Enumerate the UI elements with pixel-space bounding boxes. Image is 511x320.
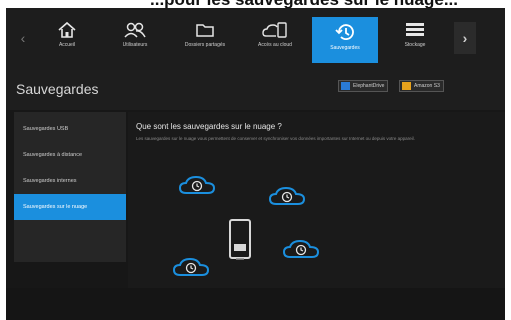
storage-icon — [406, 23, 424, 36]
content-title: Que sont les sauvegardes sur le nuage ? — [136, 122, 282, 131]
nav-item-utilisateurs[interactable]: Utilisateurs — [102, 16, 168, 66]
top-caption-strip: ...pour les sauvegardes sur le nuage... — [0, 0, 511, 8]
nas-device-icon — [229, 219, 251, 260]
cloud-backup-icon — [268, 186, 306, 205]
provider-elephantdrive-button[interactable]: ElephantDrive — [338, 80, 389, 92]
nav-label: Sauvegardes — [330, 45, 360, 51]
backup-icon — [335, 24, 354, 40]
top-navigation: ‹ Accueil Utilisateurs Dossiers partagés — [6, 8, 505, 70]
content-description: Les sauvegardes sur le nuage vous permet… — [136, 136, 415, 141]
app-window: ‹ Accueil Utilisateurs Dossiers partagés — [6, 8, 505, 320]
cloud-backup-icon — [172, 257, 210, 276]
elephantdrive-icon — [341, 82, 350, 90]
page-title: Sauvegardes — [16, 81, 99, 97]
nav-label: Accueil — [58, 42, 76, 48]
nav-item-accueil[interactable]: Accueil — [34, 16, 100, 66]
sidebar-item-distance[interactable]: Sauvegardes à distance — [14, 142, 126, 168]
page-header: Sauvegardes ElephantDrive Amazon S3 — [6, 70, 505, 110]
nav-item-sauvegardes[interactable]: Sauvegardes — [312, 17, 378, 63]
sidebar: Sauvegardes USB Sauvegardes à distance S… — [14, 112, 126, 262]
nav-label: Dossiers partagés — [184, 42, 226, 48]
amazon-s3-icon — [402, 82, 411, 90]
cloud-access-icon — [262, 22, 287, 38]
folder-icon — [196, 24, 214, 37]
top-caption-text: ...pour les sauvegardes sur le nuage... — [150, 0, 458, 8]
users-icon — [124, 22, 146, 38]
nav-prev-arrow-icon[interactable]: ‹ — [16, 30, 30, 46]
sidebar-item-nuage[interactable]: Sauvegardes sur le nuage — [14, 194, 126, 220]
nav-label: Accès au cloud — [258, 42, 292, 48]
home-icon — [58, 21, 76, 38]
nav-label: Utilisateurs — [122, 42, 148, 48]
nav-item-stockage[interactable]: Stockage — [382, 16, 448, 66]
nav-next-arrow-icon[interactable]: › — [454, 22, 476, 54]
nav-item-acces-cloud[interactable]: Accès au cloud — [242, 16, 308, 66]
provider-label: ElephantDrive — [353, 83, 385, 89]
nav-label: Stockage — [404, 42, 426, 48]
bottom-bar — [6, 288, 505, 320]
sidebar-item-internes[interactable]: Sauvegardes internes — [14, 168, 126, 194]
sidebar-item-usb[interactable]: Sauvegardes USB — [14, 116, 126, 142]
provider-label: Amazon S3 — [414, 83, 440, 89]
nav-item-dossiers-partages[interactable]: Dossiers partagés — [172, 16, 238, 66]
provider-amazon-s3-button[interactable]: Amazon S3 — [399, 80, 444, 92]
cloud-backup-icon — [178, 175, 216, 194]
cloud-backup-icon — [282, 239, 320, 258]
